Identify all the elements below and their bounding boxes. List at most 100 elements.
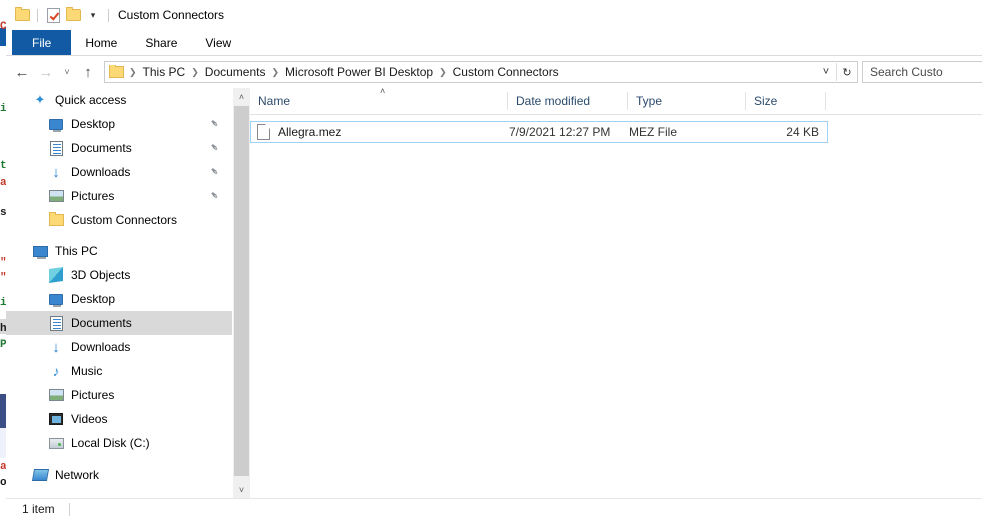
sort-ascending-icon: ˄ — [380, 88, 386, 96]
address-bar[interactable]: ❯ This PC ❯ Documents ❯ Microsoft Power BI De… — [104, 61, 858, 83]
breadcrumb-item[interactable]: Microsoft Power BI Desktop — [282, 65, 436, 79]
breadcrumb-item[interactable]: Custom Connectors — [450, 65, 562, 79]
this-pc-icon — [32, 243, 48, 259]
pin-icon[interactable]: ✒ — [206, 116, 221, 131]
scrollbar-thumb[interactable] — [234, 106, 249, 476]
file-rows: Allegra.mez 7/9/2021 12:27 PM MEZ File 24 K… — [250, 121, 982, 143]
sidebar-item-label: Network — [55, 468, 100, 482]
breadcrumb-separator: ❯ — [271, 66, 280, 77]
new-folder-icon[interactable] — [63, 4, 83, 26]
sidebar-item-local-disk-c[interactable]: Local Disk (C:) — [6, 431, 232, 455]
sidebar-item-custom-connectors[interactable]: Custom Connectors — [6, 208, 232, 232]
forward-button[interactable]: → — [34, 60, 58, 84]
recent-locations-button[interactable]: ˅ — [58, 60, 76, 84]
3d-objects-icon — [48, 267, 64, 283]
pictures-icon — [48, 387, 64, 403]
scroll-down-icon[interactable]: ˅ — [233, 481, 250, 498]
navigation-pane: ✦ Quick access Desktop ✒ Documents ✒ ↓ Download… — [6, 88, 232, 498]
sidebar-item-label: Desktop — [71, 292, 116, 306]
tab-share[interactable]: Share — [131, 30, 191, 55]
sidebar-item-label: Local Disk (C:) — [71, 436, 150, 450]
column-header-type[interactable]: Type — [628, 92, 746, 110]
desktop-monitor-icon — [48, 291, 64, 307]
breadcrumb-separator: ❯ — [191, 66, 199, 77]
sidebar-item-label: This PC — [55, 244, 98, 258]
sidebar-item-label: Pictures — [71, 189, 115, 203]
sidebar-item-label: 3D Objects — [71, 268, 131, 282]
column-header-name[interactable]: Name — [250, 92, 508, 110]
customize-quick-access-caret-icon[interactable]: ▾ — [83, 4, 103, 26]
sidebar-item-this-pc[interactable]: This PC — [6, 239, 232, 263]
file-name-label: Allegra.mez — [278, 125, 342, 139]
music-note-icon: ♪ — [52, 363, 60, 379]
downloads-arrow-icon: ↓ — [52, 163, 60, 181]
desktop-monitor-icon — [48, 116, 64, 132]
sidebar-item-desktop[interactable]: Desktop — [6, 287, 232, 311]
sidebar-item-network[interactable]: Network — [6, 463, 232, 487]
table-row[interactable]: Allegra.mez 7/9/2021 12:27 PM MEZ File 24 K… — [250, 121, 828, 143]
sidebar-item-documents[interactable]: Documents ✒ — [6, 136, 232, 160]
sidebar-item-documents[interactable]: Documents — [6, 311, 232, 335]
sidebar-item-label: Videos — [71, 412, 108, 426]
address-dropdown-icon[interactable]: ˅ — [816, 62, 836, 82]
refresh-icon[interactable]: ↻ — [837, 62, 857, 82]
breadcrumb-separator: ❯ — [129, 66, 137, 77]
sidebar-item-label: Quick access — [55, 93, 127, 107]
quick-access-star-icon: ✦ — [34, 92, 46, 107]
folder-icon[interactable] — [12, 4, 32, 26]
up-button[interactable]: ↑ — [76, 60, 100, 84]
downloads-arrow-icon: ↓ — [52, 338, 60, 356]
sidebar-item-pictures[interactable]: Pictures — [6, 383, 232, 407]
videos-icon — [48, 411, 64, 427]
navigation-scrollbar[interactable]: ˄ ˅ — [232, 88, 250, 498]
window-title: Custom Connectors — [118, 8, 225, 22]
breadcrumb-item[interactable]: Documents — [202, 65, 269, 79]
sidebar-item-label: Music — [71, 364, 103, 378]
breadcrumb: ❯ This PC ❯ Documents ❯ Microsoft Power BI De… — [105, 65, 816, 79]
sidebar-item-label: Custom Connectors — [71, 213, 178, 227]
documents-icon — [48, 140, 64, 156]
sidebar-item-3d-objects[interactable]: 3D Objects — [6, 263, 232, 287]
tab-view[interactable]: View — [191, 30, 245, 55]
sidebar-item-downloads[interactable]: ↓ Downloads ✒ — [6, 160, 232, 184]
sidebar-item-music[interactable]: ♪ Music — [6, 359, 232, 383]
column-header-size[interactable]: Size — [746, 92, 826, 110]
pin-icon[interactable]: ✒ — [206, 188, 221, 203]
sidebar-item-desktop[interactable]: Desktop ✒ — [6, 112, 232, 136]
sidebar-item-quick-access[interactable]: ✦ Quick access — [6, 88, 232, 112]
scroll-up-icon[interactable]: ˄ — [233, 88, 250, 105]
tab-file[interactable]: File — [12, 30, 72, 55]
ribbon-tab-bar: File Home Share View — [6, 30, 982, 56]
local-disk-icon — [48, 435, 64, 451]
file-list-pane: ˄ Name Date modified Type Size Allegra.mez 7… — [250, 88, 982, 498]
status-bar: 1 item — [6, 498, 982, 517]
back-button[interactable]: ← — [10, 60, 34, 84]
breadcrumb-item[interactable]: This PC — [140, 65, 189, 79]
toolbar-divider-2 — [108, 8, 109, 22]
file-explorer-window: ▾ Custom Connectors File Home Share View ← … — [6, 0, 982, 517]
network-icon — [31, 467, 49, 483]
sidebar-item-label: Pictures — [71, 388, 115, 402]
sidebar-group-spacer — [6, 455, 232, 463]
properties-icon[interactable] — [43, 4, 63, 26]
sidebar-item-label: Documents — [71, 316, 132, 330]
sidebar-item-videos[interactable]: Videos — [6, 407, 232, 431]
sidebar-item-downloads[interactable]: ↓ Downloads — [6, 335, 232, 359]
pin-icon[interactable]: ✒ — [206, 140, 221, 155]
column-header-date[interactable]: Date modified — [508, 92, 628, 110]
search-input[interactable]: Search Custo — [862, 61, 982, 83]
cell-type: MEZ File — [629, 125, 677, 139]
tab-home[interactable]: Home — [71, 30, 131, 55]
sidebar-item-label: Documents — [71, 141, 132, 155]
pictures-icon — [48, 188, 64, 204]
pin-icon[interactable]: ✒ — [206, 164, 221, 179]
folder-icon — [48, 212, 64, 228]
documents-icon — [48, 315, 64, 331]
breadcrumb-separator: ❯ — [439, 66, 447, 77]
column-header-row: ˄ Name Date modified Type Size — [250, 88, 982, 115]
sidebar-item-pictures[interactable]: Pictures ✒ — [6, 184, 232, 208]
breadcrumb-folder-icon — [109, 65, 124, 78]
item-count-label: 1 item — [22, 502, 55, 516]
sidebar-group-spacer — [6, 232, 232, 239]
status-divider — [68, 502, 70, 516]
